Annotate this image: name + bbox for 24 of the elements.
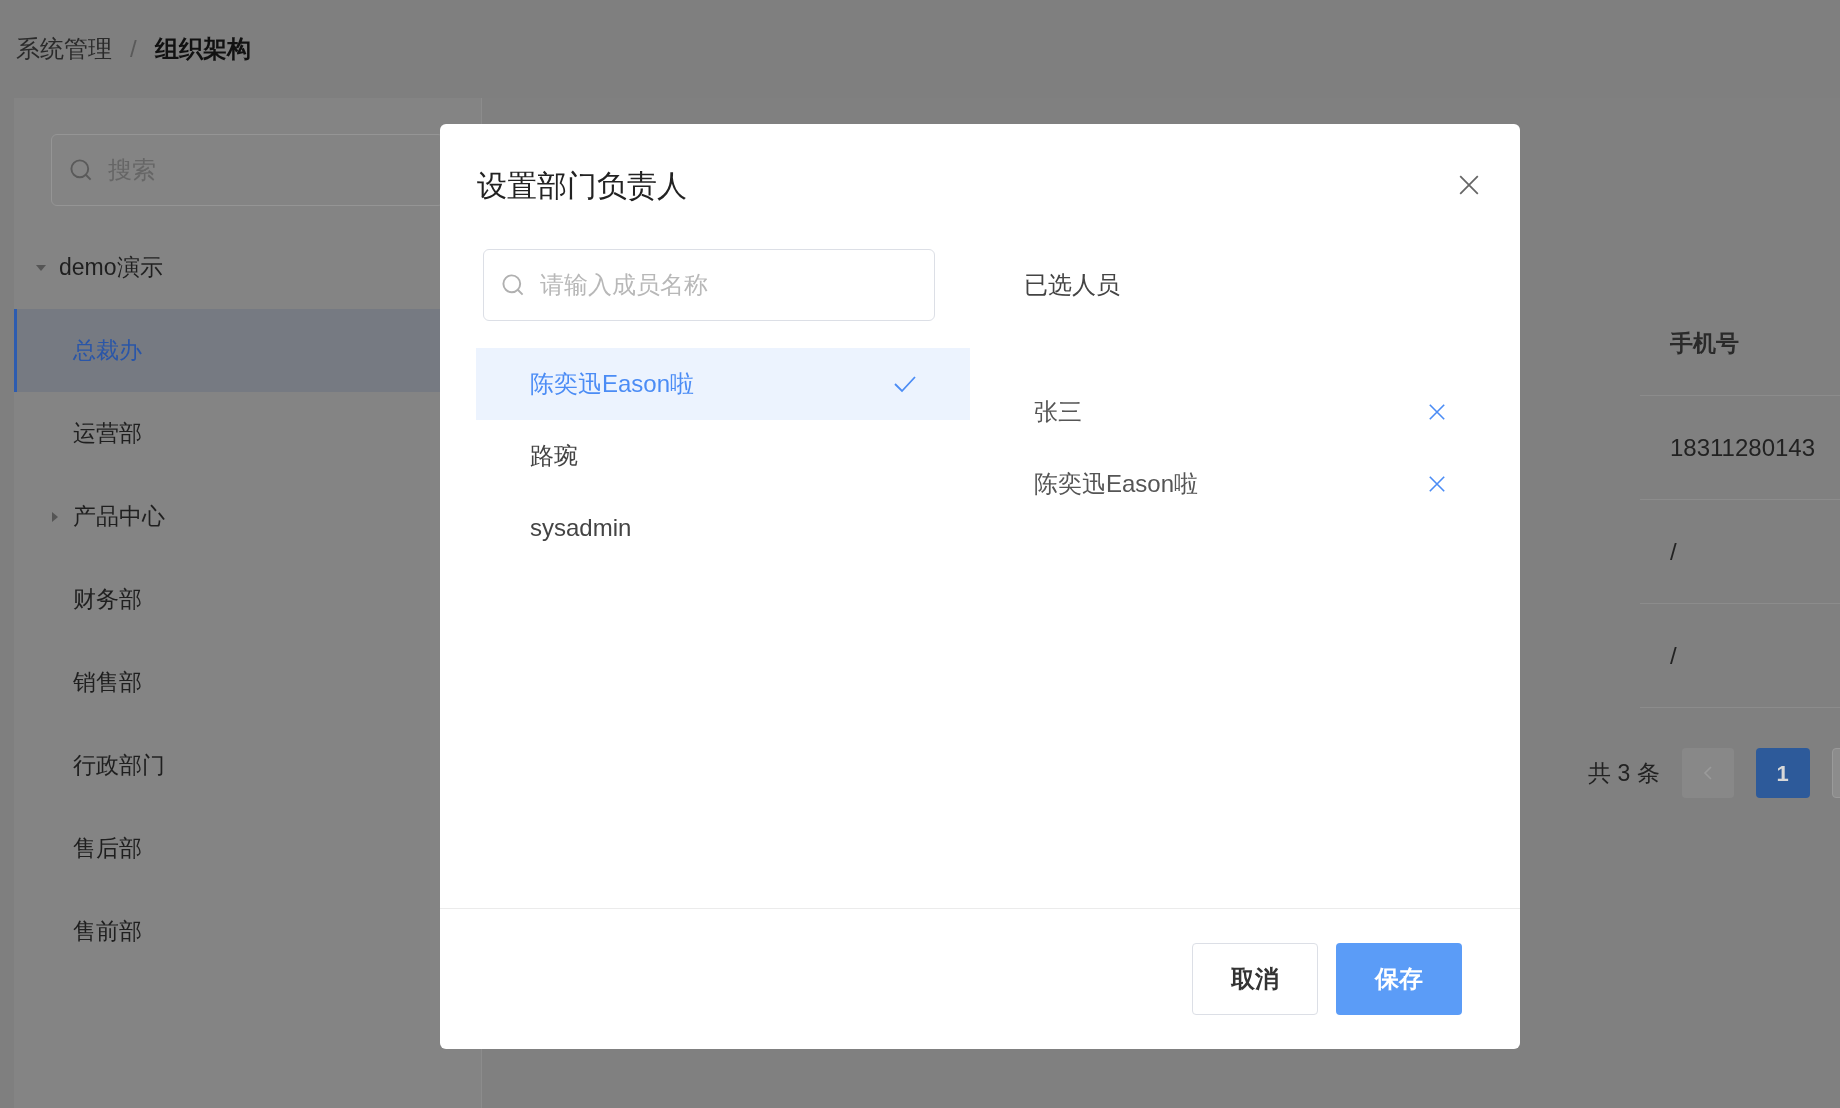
check-icon — [894, 375, 916, 393]
close-icon — [1428, 475, 1446, 493]
breadcrumb-item[interactable]: 系统管理 — [16, 31, 112, 67]
table-cell-text: 18311280143 — [1670, 432, 1816, 463]
breadcrumb-item: 组织架构 — [154, 34, 251, 64]
chosen-member: 张三 — [1034, 397, 1082, 427]
section-title: 已选人员 — [1024, 270, 1120, 300]
member-option[interactable]: 陈奕迅Eason啦 — [476, 348, 970, 420]
search-icon — [69, 158, 93, 182]
column-header: 手机号 — [1670, 329, 1739, 359]
close-icon — [1458, 174, 1480, 196]
dialog-title: 设置部门负责人 — [477, 167, 687, 204]
tree-item[interactable]: demo演示 — [14, 226, 481, 309]
save-button[interactable]: 保存 — [1336, 943, 1462, 1015]
cancel-button[interactable]: 取消 — [1192, 943, 1318, 1015]
page-button[interactable]: 1 — [1755, 748, 1810, 798]
pagination-total: 共 3 条 — [1588, 758, 1660, 788]
chosen-member: 陈奕迅Eason啦 — [1034, 469, 1199, 499]
table-cell-text: / — [1670, 536, 1677, 567]
search-icon — [501, 273, 525, 297]
table-cell-text: / — [1670, 640, 1677, 671]
breadcrumb-separator: / — [130, 34, 137, 64]
member-search-field[interactable]: 请输入成员名称 — [483, 249, 935, 321]
close-icon — [1428, 403, 1446, 421]
